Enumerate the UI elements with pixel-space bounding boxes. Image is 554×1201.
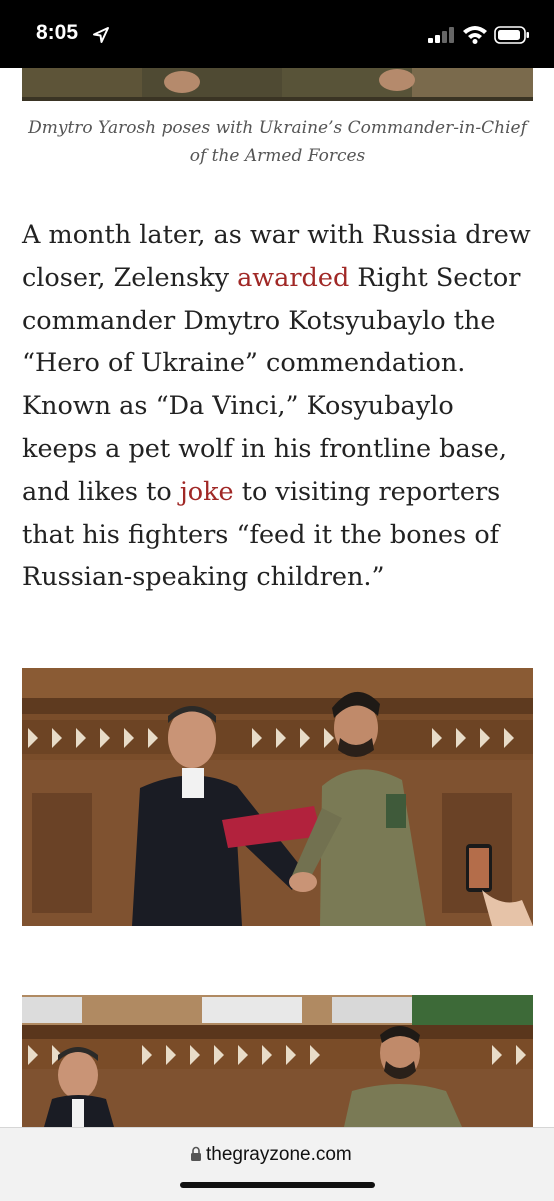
cellular-signal-icon [428,27,454,43]
status-bar: 8:05 [0,0,554,68]
wifi-icon [463,26,487,44]
status-time: 8:05 [36,21,79,44]
location-arrow-icon [93,27,109,43]
url-text[interactable]: thegrayzone.com [206,1144,352,1166]
article-paragraph: A month later, as war with Russia drew c… [22,214,534,599]
joke-link[interactable]: joke [180,477,234,507]
image-caption: Dmytro Yarosh poses with Ukraine’s Comma… [28,118,527,166]
award-ceremony-photo [22,668,533,926]
browser-url-bar[interactable]: thegrayzone.com [0,1127,554,1201]
paragraph-text-2: Right Sector commander Dmytro Kotsyubayl… [22,262,521,507]
lock-icon [191,1146,201,1161]
article-top-image [22,68,533,101]
awarded-link[interactable]: awarded [237,263,349,293]
battery-icon [494,26,529,44]
parliament-photo [22,995,533,1127]
home-indicator[interactable] [180,1182,375,1188]
